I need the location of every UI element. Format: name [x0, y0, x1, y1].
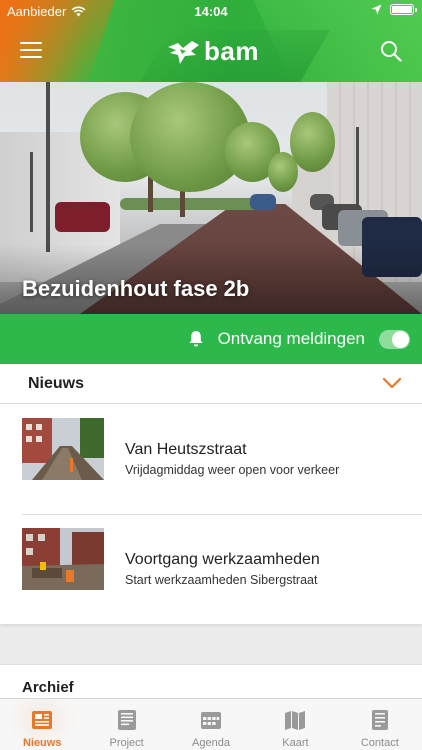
tab-project[interactable]: Project [84, 699, 168, 750]
location-arrow-icon [371, 4, 382, 15]
tab-label: Kaart [282, 737, 309, 749]
status-indicators [371, 4, 417, 15]
hamburger-icon-line [20, 42, 42, 44]
map-icon [285, 711, 306, 730]
hero-car [250, 194, 276, 210]
project-hero-image: Bezuidenhout fase 2b [0, 82, 422, 314]
tab-label: Agenda [192, 737, 230, 749]
tab-bar: Nieuws Project Agenda Kaart Contact [0, 698, 422, 750]
newspaper-icon [32, 711, 53, 729]
tab-label: Project [109, 737, 144, 749]
hamburger-icon-line [20, 49, 42, 51]
calendar-icon [201, 712, 222, 729]
status-bar: Aanbieder 14:04 [0, 0, 422, 22]
news-heading: Nieuws [28, 375, 85, 392]
toggle-knob [392, 330, 409, 348]
news-item-title: Van Heutszstraat [125, 441, 247, 458]
project-title: Bezuidenhout fase 2b [22, 276, 250, 301]
hero-tree [268, 152, 298, 192]
search-icon[interactable] [380, 40, 402, 62]
notifications-label: Ontvang meldingen [217, 329, 365, 348]
notifications-toggle[interactable] [379, 329, 410, 349]
news-thumbnail [22, 418, 104, 480]
app-header: Aanbieder 14:04 bam [0, 0, 422, 82]
contact-card-icon [371, 710, 388, 730]
bell-icon [189, 331, 203, 347]
hero-lamp-post [46, 82, 50, 252]
chevron-down-icon[interactable] [382, 376, 402, 390]
bam-logo: bam [166, 36, 259, 67]
tab-label: Contact [360, 737, 399, 749]
tab-nieuws[interactable]: Nieuws [0, 699, 84, 750]
tab-agenda[interactable]: Agenda [169, 699, 253, 750]
archive-heading: Archief [22, 679, 74, 696]
hero-car [55, 202, 110, 232]
menu-button[interactable] [20, 42, 42, 60]
tab-kaart[interactable]: Kaart [253, 699, 337, 750]
news-item-title: Voortgang werkzaamheden [125, 551, 320, 568]
news-list: Van Heutszstraat Vrijdagmiddag weer open… [0, 404, 422, 624]
news-section-header[interactable]: Nieuws [0, 364, 422, 404]
notifications-bar: Ontvang meldingen [0, 314, 422, 364]
news-item[interactable]: Van Heutszstraat Vrijdagmiddag weer open… [0, 404, 422, 515]
news-item-subtitle: Vrijdagmiddag weer open voor verkeer [125, 463, 340, 477]
clock: 14:04 [194, 4, 228, 19]
news-item[interactable]: Voortgang werkzaamheden Start werkzaamhe… [0, 514, 422, 624]
bam-bird-icon [168, 40, 199, 64]
hero-tree [290, 112, 335, 172]
hamburger-icon-line [20, 56, 42, 58]
news-thumbnail [22, 528, 104, 590]
hero-lamp-post [30, 152, 33, 232]
logo-wordmark: bam [204, 36, 259, 66]
news-photo-construction [22, 528, 104, 590]
document-icon [117, 710, 136, 730]
news-item-subtitle: Start werkzaamheden Sibergstraat [125, 573, 318, 587]
tab-contact[interactable]: Contact [338, 699, 422, 750]
news-photo-street [22, 418, 104, 480]
tab-label: Nieuws [22, 737, 62, 749]
hero-green-strip [120, 198, 260, 210]
battery-icon [390, 4, 417, 15]
